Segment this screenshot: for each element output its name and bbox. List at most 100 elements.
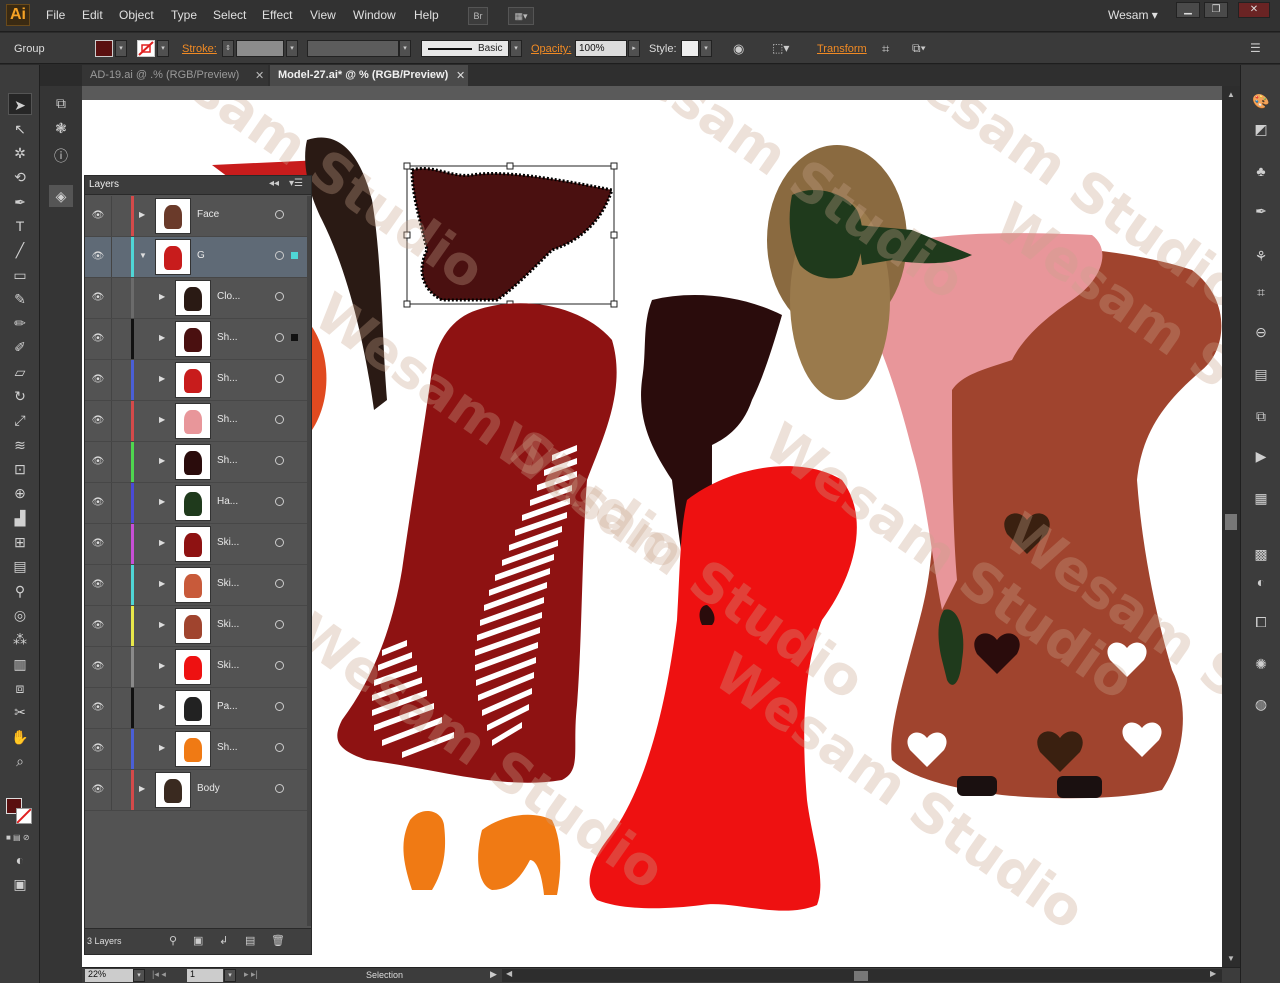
layer-row[interactable]: 👁 ▶ Sh... [85,442,307,483]
rectangle-tool-icon[interactable]: ▭ [8,264,32,286]
target-circle-icon[interactable] [275,333,284,342]
stroke-panel-icon[interactable]: ⧠ [1249,611,1273,633]
expanded-arrow-icon[interactable]: ▼ [139,251,149,263]
pathfinder-icon[interactable]: ⧉ [1249,405,1273,427]
perspective-grid-tool-icon[interactable]: ▟ [8,507,32,529]
direct-selection-tool-icon[interactable]: ↖ [8,118,32,140]
blend-tool-icon[interactable]: ◎ [8,604,32,626]
menu-window[interactable]: Window [353,8,396,22]
graphic-style-swatch[interactable] [681,40,699,57]
visibility-eye-icon[interactable]: 👁 [91,537,105,551]
expand-arrow-icon[interactable]: ▶ [159,333,169,345]
expand-arrow-icon[interactable]: ▶ [159,743,169,755]
artboard-number-input[interactable]: 1 [187,969,223,982]
tab-model-27[interactable]: Model-27.ai* @ % (RGB/Preview) [270,65,468,86]
type-tool-icon[interactable]: T [8,215,32,237]
layer-row[interactable]: 👁 ▶ Body [85,770,307,811]
brush-dropdown[interactable]: ▾ [510,40,522,57]
actions-icon[interactable]: ▶ [1249,445,1273,467]
target-circle-icon[interactable] [275,620,284,629]
target-circle-icon[interactable] [275,415,284,424]
artboard-tool-icon[interactable]: ⧈ [8,677,32,699]
layer-row[interactable]: 👁 ▶ Face [85,196,307,237]
swatch-grid-icon[interactable]: ▦ [1249,487,1273,509]
menu-help[interactable]: Help [414,8,439,22]
arrange-icon[interactable]: ⧉▾ [912,41,942,57]
warp-tool-icon[interactable]: ≋ [8,434,32,456]
expand-arrow-icon[interactable]: ▶ [159,620,169,632]
zoom-tool-icon[interactable]: ⌕ [8,750,32,772]
layer-row[interactable]: 👁 ▶ Ski... [85,565,307,606]
opacity-dropdown[interactable]: ▸ [628,40,640,57]
rotate-tool-icon[interactable]: ↻ [8,385,32,407]
stroke-weight-dropdown[interactable]: ▾ [286,40,298,57]
stroke-dropdown[interactable]: ▾ [157,40,169,57]
brushes-icon[interactable]: ✒ [1249,200,1273,222]
variable-width-dropdown[interactable]: ▾ [399,40,411,57]
blob-brush-tool-icon[interactable]: ✐ [8,336,32,358]
scroll-down-icon[interactable]: ▼ [1227,954,1235,963]
opacity-label[interactable]: Opacity: [531,43,571,55]
bridge-button[interactable]: Br [468,7,488,25]
scroll-thumb[interactable] [1225,514,1237,530]
expand-arrow-icon[interactable]: ▶ [159,456,169,468]
lock-column[interactable] [111,688,112,728]
minimize-button[interactable]: ▁ [1176,2,1200,18]
close-tab-icon[interactable]: ✕ [255,69,264,82]
menu-type[interactable]: Type [171,8,197,22]
stroke-weight-input[interactable] [236,40,284,57]
transform-link[interactable]: Transform [817,43,867,55]
first-artboard-icon[interactable]: |◂ ◂ [152,969,166,980]
symbol-sprayer-tool-icon[interactable]: ⁂ [8,628,32,650]
target-circle-icon[interactable] [275,292,284,301]
expand-arrow-icon[interactable]: ▶ [139,784,149,796]
align-panel-icon[interactable]: ▤ [1249,363,1273,385]
layer-row[interactable]: 👁 ▶ Sh... [85,401,307,442]
target-circle-icon[interactable] [275,538,284,547]
visibility-eye-icon[interactable]: 👁 [91,209,105,223]
lasso-tool-icon[interactable]: ⟲ [8,166,32,188]
target-circle-icon[interactable] [275,743,284,752]
layer-name[interactable]: Sh... [217,742,277,753]
visibility-eye-icon[interactable]: 👁 [91,414,105,428]
scale-tool-icon[interactable]: ⤢ [8,409,32,431]
h-scroll-thumb[interactable] [854,971,868,981]
layer-row[interactable]: 👁 ▶ Pa... [85,688,307,729]
align-icon[interactable]: ⬚▾ [772,41,796,57]
menu-select[interactable]: Select [213,8,246,22]
artboard-dropdown[interactable]: ▾ [224,969,236,982]
new-layer-icon[interactable]: ▤ [245,934,255,947]
visibility-eye-icon[interactable]: 👁 [91,619,105,633]
visibility-eye-icon[interactable]: 👁 [91,332,105,346]
target-circle-icon[interactable] [275,497,284,506]
clipping-mask-icon[interactable]: ▣ [193,934,203,947]
lock-column[interactable] [111,196,112,236]
layer-name[interactable]: Ski... [217,619,277,630]
lock-column[interactable] [111,524,112,564]
target-circle-icon[interactable] [275,579,284,588]
menu-effect[interactable]: Effect [262,8,292,22]
visibility-eye-icon[interactable]: 👁 [91,496,105,510]
layer-name[interactable]: Ha... [217,496,277,507]
expand-arrow-icon[interactable]: ▶ [159,374,169,386]
target-circle-icon[interactable] [275,784,284,793]
pencil-tool-icon[interactable]: ✏ [8,312,32,334]
menu-edit[interactable]: Edit [82,8,103,22]
fill-swatch[interactable] [95,40,113,57]
lock-column[interactable] [111,483,112,523]
pen-tool-icon[interactable]: ✒ [8,191,32,213]
lock-column[interactable] [111,565,112,605]
layer-row[interactable]: 👁 ▶ Ski... [85,647,307,688]
lock-column[interactable] [111,606,112,646]
links-icon[interactable]: ⊖ [1249,321,1273,343]
line-tool-icon[interactable]: ╱ [8,239,32,261]
lock-column[interactable] [111,360,112,400]
gradient-tool-icon[interactable]: ▤ [8,555,32,577]
lock-column[interactable] [111,278,112,318]
lock-column[interactable] [111,401,112,441]
opacity-input[interactable]: 100% [575,40,627,57]
layer-name[interactable]: G [197,250,257,261]
target-circle-icon[interactable] [275,210,284,219]
layer-name[interactable]: Face [197,209,257,220]
draw-mode-icon[interactable]: ◐ [8,849,32,871]
